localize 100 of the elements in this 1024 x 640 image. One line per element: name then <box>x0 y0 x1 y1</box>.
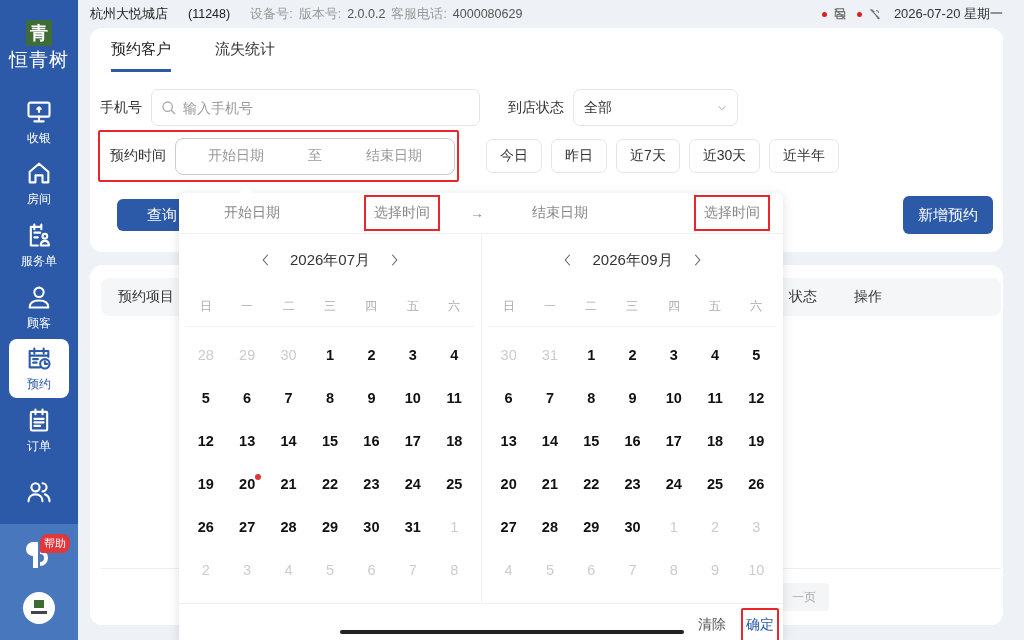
calendar-day[interactable]: 19 <box>195 475 216 492</box>
calendar-day[interactable]: 4 <box>709 346 722 363</box>
phone-number: 4000080629 <box>452 7 523 21</box>
calendar-day[interactable]: 27 <box>498 518 519 535</box>
weekday-label: 三 <box>323 297 337 315</box>
date-text: 2026-07-20 星期一 <box>893 5 1003 23</box>
tab[interactable]: 预约客户 <box>111 28 171 72</box>
calendar-day[interactable]: 16 <box>361 432 382 449</box>
calendar-day[interactable]: 18 <box>444 432 465 449</box>
calendar-day[interactable]: 23 <box>622 475 643 492</box>
calendar-day[interactable]: 29 <box>319 518 341 535</box>
calendar-day[interactable]: 25 <box>444 475 465 492</box>
nav-item[interactable]: 顾客 <box>9 277 69 337</box>
calendar-day[interactable]: 3 <box>667 346 680 363</box>
calendar-day[interactable]: 23 <box>361 475 382 492</box>
calendar-day[interactable]: 25 <box>705 475 726 492</box>
quick-range-button[interactable]: 昨日 <box>551 139 607 173</box>
calendar-day[interactable]: 11 <box>705 389 725 406</box>
calendar-day[interactable]: 9 <box>626 389 639 406</box>
nav-item[interactable]: 订单 <box>9 400 69 460</box>
calendar-day[interactable]: 14 <box>539 432 560 449</box>
calendar-day[interactable]: 7 <box>543 389 556 406</box>
previous-month-icon[interactable] <box>260 252 270 268</box>
weekday-label: 一 <box>542 297 557 315</box>
calendar-day[interactable]: 13 <box>498 432 519 449</box>
calendar-day[interactable]: 27 <box>237 518 258 535</box>
quick-range-button[interactable]: 近半年 <box>769 139 840 173</box>
weekday-label: 日 <box>501 297 516 315</box>
quick-range-button[interactable]: 近30天 <box>688 139 761 173</box>
calendar-day[interactable]: 8 <box>323 389 337 406</box>
calendar-day[interactable]: 30 <box>622 518 643 535</box>
calendar-day[interactable]: 28 <box>278 518 299 535</box>
column-header: 操作 <box>854 288 882 306</box>
next-month-icon[interactable] <box>390 252 400 268</box>
calendar-day[interactable]: 15 <box>581 432 602 449</box>
weekday-label: 四 <box>364 297 379 315</box>
calendar-day[interactable]: 19 <box>746 432 767 449</box>
calendar-day[interactable]: 10 <box>402 389 423 406</box>
calendar-day[interactable]: 9 <box>365 389 378 406</box>
calendar-day[interactable]: 1 <box>585 346 598 363</box>
clear-button[interactable]: 清除 <box>693 607 731 640</box>
calendar-day[interactable]: 16 <box>622 432 643 449</box>
calendar-day[interactable]: 6 <box>241 389 254 406</box>
calendar-day[interactable]: 11 <box>444 389 464 406</box>
calendar-day[interactable]: 4 <box>448 346 461 363</box>
calendar-day[interactable]: 26 <box>746 475 767 492</box>
calendar-day[interactable]: 10 <box>663 389 684 406</box>
calendar-day[interactable]: 6 <box>502 389 515 406</box>
field-label: 到店状态 <box>508 98 564 117</box>
calendar-day[interactable]: 29 <box>581 518 602 535</box>
calendar-day[interactable]: 12 <box>195 432 216 449</box>
calendar-day[interactable]: 2 <box>626 346 639 363</box>
next-month-icon[interactable] <box>692 252 702 268</box>
calendar-day[interactable]: 15 <box>319 432 341 449</box>
quick-range-button[interactable]: 今日 <box>486 139 542 173</box>
confirm-button[interactable]: 确定 <box>741 607 779 640</box>
calendar-day[interactable]: 24 <box>663 475 684 492</box>
time-selector[interactable]: 选择时间 <box>364 195 440 231</box>
calendar-day[interactable]: 21 <box>539 475 560 492</box>
calendar-day[interactable]: 24 <box>402 475 423 492</box>
calendar-day[interactable]: 26 <box>195 518 216 535</box>
calendar-day[interactable]: 18 <box>705 432 726 449</box>
calendar-day[interactable]: 17 <box>663 432 684 449</box>
column-header: 预约项目 <box>118 288 174 306</box>
nav-item[interactable]: 预约 <box>9 339 69 398</box>
quick-range-button[interactable]: 近7天 <box>616 139 680 173</box>
tab[interactable]: 流失统计 <box>215 28 275 72</box>
time-selector[interactable]: 选择时间 <box>694 195 770 231</box>
calendar-day[interactable]: 8 <box>585 389 598 406</box>
phone-field[interactable]: 输入手机号 <box>151 89 480 126</box>
calendar-day[interactable]: 17 <box>402 432 423 449</box>
calendar-day[interactable]: 21 <box>278 475 299 492</box>
calendar-day[interactable]: 22 <box>319 475 341 492</box>
status-dropdown[interactable]: 全部 <box>573 89 738 126</box>
calendar-day[interactable]: 1 <box>323 346 337 363</box>
calendar-day[interactable]: 14 <box>278 432 299 449</box>
printer-off-icon <box>832 7 847 21</box>
calendar-day[interactable]: 20 <box>498 475 519 492</box>
weekday-label: 四 <box>666 297 681 315</box>
add-button[interactable]: 新增预约 <box>903 196 993 234</box>
help-badge[interactable]: 帮助 <box>40 534 70 554</box>
calendar-day[interactable]: 3 <box>406 346 419 363</box>
calendar-day[interactable]: 13 <box>237 432 258 449</box>
calendar-day[interactable]: 30 <box>361 518 382 535</box>
calendar-day[interactable]: 5 <box>750 346 763 363</box>
nav-item[interactable]: 收银 <box>9 93 69 152</box>
calendar-day[interactable]: 20 <box>237 475 258 492</box>
calendar-day[interactable]: 5 <box>199 389 212 406</box>
calendar-day[interactable]: 28 <box>539 518 560 535</box>
calendar-day[interactable]: 2 <box>365 346 378 363</box>
weekday-label: 六 <box>447 297 462 315</box>
nav-item[interactable]: 房间 <box>9 154 69 214</box>
calendar-day[interactable]: 22 <box>581 475 602 492</box>
nav-item[interactable]: 服务单 <box>9 216 69 275</box>
calendar-day[interactable]: 12 <box>746 389 767 406</box>
previous-month-icon[interactable] <box>563 252 573 268</box>
logo-text: 恒青树 <box>9 48 69 72</box>
logo-mark: 青 <box>26 20 52 46</box>
calendar-day[interactable]: 7 <box>282 389 295 406</box>
calendar-day[interactable]: 31 <box>402 518 423 535</box>
